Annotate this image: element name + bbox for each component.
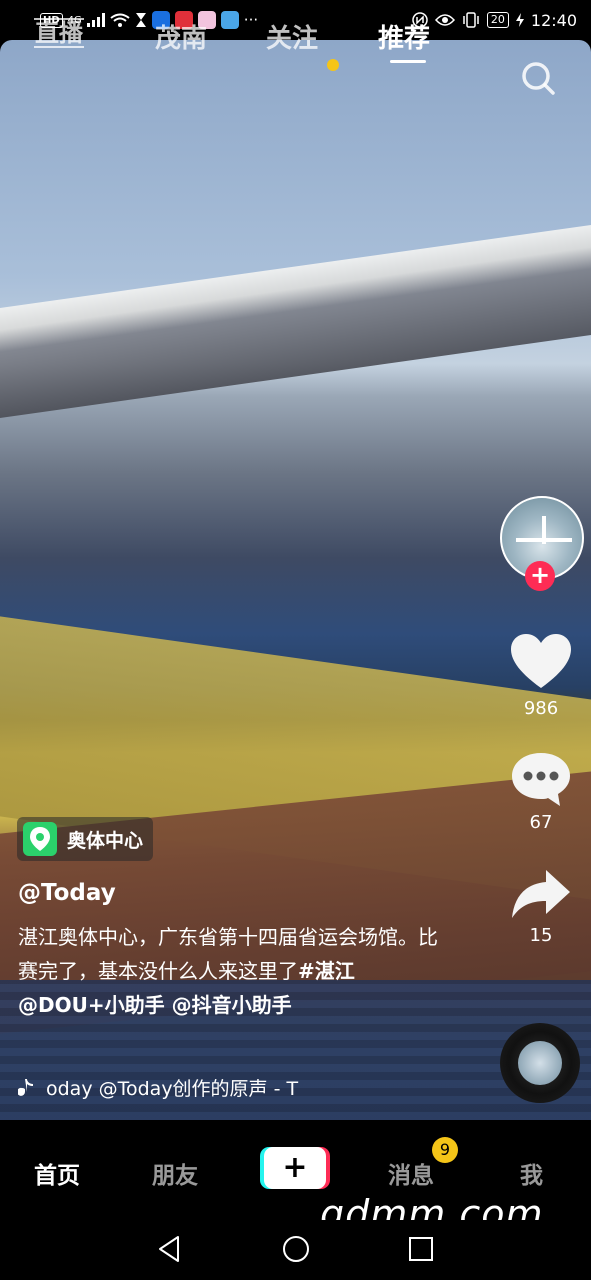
video-description: 湛江奥体中心，广东省第十四届省运会场馆。比赛完了，基本没什么人来这里了#湛江 @… [18,920,438,1022]
wifi-icon [110,13,130,27]
location-label: 奥体中心 [67,829,144,852]
avatar-tower [542,516,546,544]
follow-update-dot [327,59,339,71]
signal-icon [86,13,105,27]
messages-badge: 9 [432,1137,458,1163]
share-count: 15 [529,925,553,946]
vibrate-icon [463,12,479,28]
like-count: 986 [523,698,559,719]
eye-icon [434,14,455,26]
location-tag[interactable]: 奥体中心 [17,817,154,861]
music-info[interactable]: oday @Today创作的原声 - T [18,1074,378,1101]
more-notifications-icon: ··· [243,11,259,29]
heart-icon[interactable] [508,632,574,692]
back-icon[interactable] [155,1234,185,1264]
hourglass-icon [135,13,146,27]
location-pin-icon [23,822,57,856]
system-nav-bar [0,1220,591,1280]
tab-follow[interactable]: 关注 [266,18,318,55]
music-title: oday @Today创作的原声 - T [46,1078,299,1100]
tab-live[interactable]: 直播 [34,18,84,48]
nav-me[interactable]: 我 [520,1156,543,1190]
search-icon[interactable] [520,58,556,98]
description-text: 湛江奥体中心，广东省第十四届省运会场馆。比赛完了，基本没什么人来这里了 [18,925,438,983]
music-disc[interactable] [500,1023,580,1103]
comment-count: 67 [529,812,553,833]
tab-recommend[interactable]: 推荐 [378,18,430,63]
create-button[interactable]: + [264,1147,326,1189]
charging-icon [515,13,524,27]
battery-indicator: 20 [486,12,509,28]
stadium-roof [0,224,591,418]
nav-messages[interactable]: 消息 [388,1156,434,1190]
home-icon[interactable] [281,1234,311,1264]
clock: 12:40 [530,10,577,30]
music-note-icon [18,1078,33,1096]
tab-city[interactable]: 茂南 [155,18,207,55]
author-name[interactable]: @Today [18,880,116,906]
blue-app-icon [220,11,239,29]
live-label: 直播 [34,18,84,48]
follow-author-button[interactable]: + [525,561,555,591]
nav-home[interactable]: 首页 [34,1156,80,1190]
nav-friends[interactable]: 朋友 [152,1156,198,1190]
recents-icon[interactable] [406,1234,436,1264]
music-disc-cover [518,1041,562,1085]
share-icon[interactable] [508,866,574,926]
comment-icon[interactable] [508,750,574,810]
